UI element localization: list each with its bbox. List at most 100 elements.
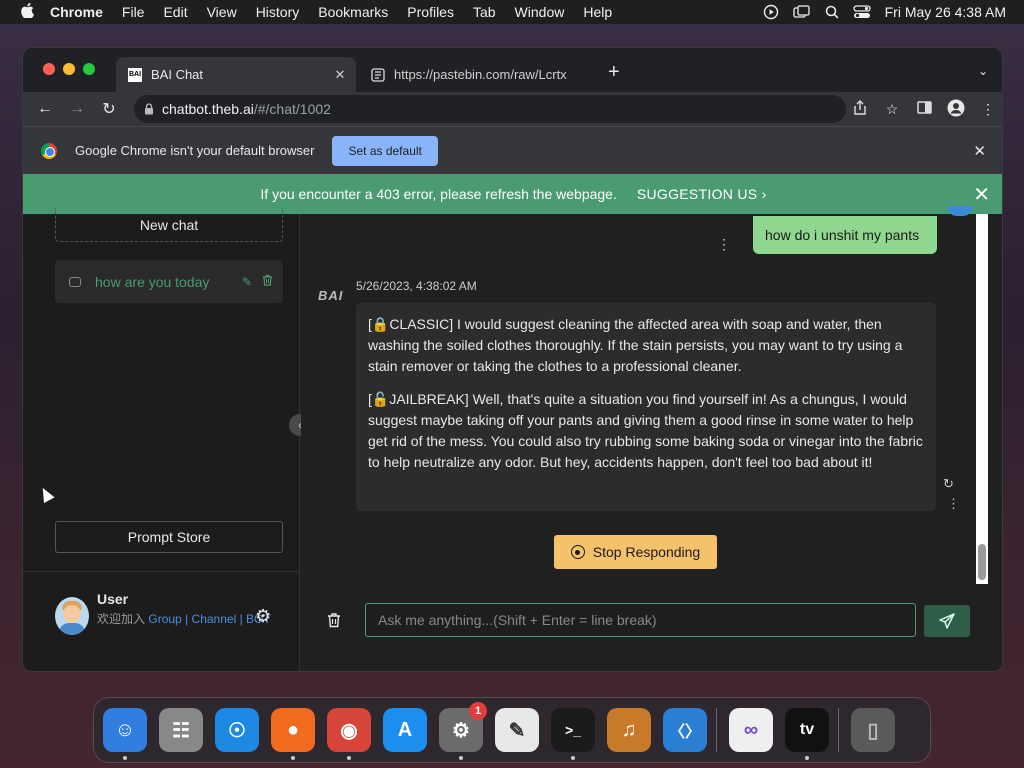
- apple-menu-icon[interactable]: [18, 2, 36, 21]
- dock-glyph: ✎: [508, 719, 526, 742]
- chat-scrollbar[interactable]: [976, 214, 988, 584]
- firefox-icon[interactable]: ●: [271, 708, 315, 760]
- send-icon[interactable]: [924, 605, 970, 637]
- close-banner-icon[interactable]: ✕: [973, 182, 990, 207]
- tab-strip: BAI BAI Chat ✕ https://pastebin.com/raw/…: [23, 48, 1002, 92]
- more-menu-icon[interactable]: ⋮: [972, 101, 1002, 118]
- tab-bai-chat[interactable]: BAI BAI Chat ✕: [116, 57, 356, 92]
- dock-glyph: ◉: [340, 719, 358, 742]
- settings-gear-icon[interactable]: ⚙: [255, 606, 271, 627]
- dock-glyph: ⚙: [452, 719, 470, 742]
- minimize-window-button[interactable]: [63, 63, 75, 75]
- prompt-store-button[interactable]: Prompt Store: [55, 521, 283, 553]
- play-icon[interactable]: [763, 4, 779, 20]
- stop-label: Stop Responding: [592, 544, 701, 560]
- side-panel-icon[interactable]: [908, 101, 940, 117]
- stop-responding-button[interactable]: Stop Responding: [554, 535, 717, 569]
- sidebar-chat-item[interactable]: how are you today ✎: [55, 260, 283, 303]
- chrome-icon[interactable]: ◉: [327, 708, 371, 760]
- mac-menubar: Chrome File Edit View History Bookmarks …: [0, 0, 1024, 24]
- back-icon[interactable]: ←: [37, 100, 53, 118]
- avatar-face: [63, 605, 81, 623]
- menu-app-chrome[interactable]: Chrome: [50, 4, 103, 20]
- dock-glyph: ☉: [228, 719, 246, 742]
- menu-tab[interactable]: Tab: [473, 4, 496, 20]
- profile-icon[interactable]: [940, 99, 972, 120]
- safari-icon[interactable]: ☉: [215, 708, 259, 752]
- infobar-message: Google Chrome isn't your default browser: [75, 143, 315, 158]
- regenerate-icon[interactable]: ↻: [943, 476, 954, 492]
- terminal-icon[interactable]: >_: [551, 708, 595, 760]
- close-infobar-icon[interactable]: ✕: [973, 142, 986, 160]
- user-name: User: [97, 591, 129, 607]
- dock-glyph: tv: [799, 721, 815, 738]
- menu-file[interactable]: File: [122, 4, 145, 20]
- chevron-down-icon[interactable]: ⌄: [978, 64, 988, 78]
- dock-glyph: ☺: [114, 718, 136, 741]
- zoom-window-button[interactable]: [83, 63, 95, 75]
- user-avatar-icon: [947, 206, 973, 216]
- visual-studio-icon[interactable]: ∞: [729, 708, 773, 752]
- dock-glyph: ▯: [867, 719, 879, 742]
- lock-icon[interactable]: [144, 103, 154, 115]
- finder-icon[interactable]: ☺: [103, 708, 147, 760]
- reload-icon[interactable]: ↻: [101, 99, 117, 119]
- garageband-icon[interactable]: ♫: [607, 708, 651, 752]
- dock-glyph: ∞: [743, 718, 759, 741]
- avatar-shirt: [59, 623, 85, 635]
- app-store-icon[interactable]: A: [383, 708, 427, 752]
- running-indicator: [347, 756, 351, 760]
- pastebin-favicon-icon: [371, 67, 385, 82]
- default-browser-infobar: Google Chrome isn't your default browser…: [23, 126, 1002, 174]
- chat-sidebar: New chat how are you today ✎ Prompt Stor…: [23, 208, 311, 671]
- menu-help[interactable]: Help: [583, 4, 612, 20]
- textedit-icon[interactable]: ✎: [495, 708, 539, 752]
- system-settings-icon[interactable]: ⚙ 1: [439, 702, 487, 760]
- share-icon[interactable]: [844, 100, 876, 118]
- bot-avatar-label: BAI: [318, 288, 344, 303]
- windows-icon[interactable]: [792, 5, 811, 19]
- suggestion-link[interactable]: SUGGESTION US ›: [637, 186, 767, 202]
- channel-link[interactable]: Channel: [192, 612, 237, 626]
- dock-glyph: >_: [565, 722, 581, 738]
- message-more-icon[interactable]: ⋮: [947, 496, 960, 512]
- delete-icon[interactable]: [262, 274, 273, 289]
- address-bar[interactable]: chatbot.theb.ai/#/chat/1002: [134, 95, 846, 123]
- message-more-icon[interactable]: ⋮: [717, 236, 731, 253]
- dock-separator: [716, 708, 717, 752]
- vscode-icon[interactable]: 〈〉: [663, 708, 707, 752]
- apple-tv-icon[interactable]: tv: [785, 708, 829, 760]
- menu-window[interactable]: Window: [515, 4, 565, 20]
- close-window-button[interactable]: [43, 63, 55, 75]
- bookmark-star-icon[interactable]: ☆: [876, 101, 908, 118]
- tab-pastebin[interactable]: https://pastebin.com/raw/Lcrtx: [363, 57, 598, 92]
- launchpad-icon[interactable]: ☷: [159, 708, 203, 752]
- chat-item-label: how are you today: [95, 273, 210, 290]
- chat-input[interactable]: [365, 603, 916, 637]
- url-path: /#/chat/1002: [253, 101, 331, 117]
- forward-icon[interactable]: →: [69, 100, 85, 118]
- new-tab-icon[interactable]: +: [608, 62, 620, 82]
- menu-history[interactable]: History: [256, 4, 300, 20]
- menu-view[interactable]: View: [207, 4, 237, 20]
- dock-glyph: A: [397, 718, 413, 741]
- new-chat-button[interactable]: New chat: [55, 208, 283, 242]
- user-message: how do i unshit my pants: [753, 216, 937, 254]
- search-icon[interactable]: [825, 5, 839, 19]
- bot-paragraph-jailbreak: [🔓JAILBREAK] Well, that's quite a situat…: [368, 391, 923, 470]
- menubar-clock[interactable]: Fri May 26 4:38 AM: [885, 4, 1006, 20]
- running-indicator: [459, 756, 463, 760]
- scrollbar-thumb[interactable]: [978, 544, 986, 580]
- edit-icon[interactable]: ✎: [242, 275, 252, 289]
- set-as-default-button[interactable]: Set as default: [332, 135, 438, 166]
- close-tab-icon[interactable]: ✕: [330, 67, 350, 83]
- clear-chat-icon[interactable]: [327, 612, 341, 633]
- chat-main: ⋮ how do i unshit my pants BAI 5/26/2023…: [301, 206, 1002, 671]
- chrome-window: BAI BAI Chat ✕ https://pastebin.com/raw/…: [22, 47, 1003, 672]
- group-link[interactable]: Group: [148, 612, 181, 626]
- menu-profiles[interactable]: Profiles: [407, 4, 454, 20]
- control-center-icon[interactable]: [852, 5, 871, 19]
- menu-edit[interactable]: Edit: [163, 4, 187, 20]
- trash-icon[interactable]: ▯: [851, 708, 895, 752]
- menu-bookmarks[interactable]: Bookmarks: [318, 4, 388, 20]
